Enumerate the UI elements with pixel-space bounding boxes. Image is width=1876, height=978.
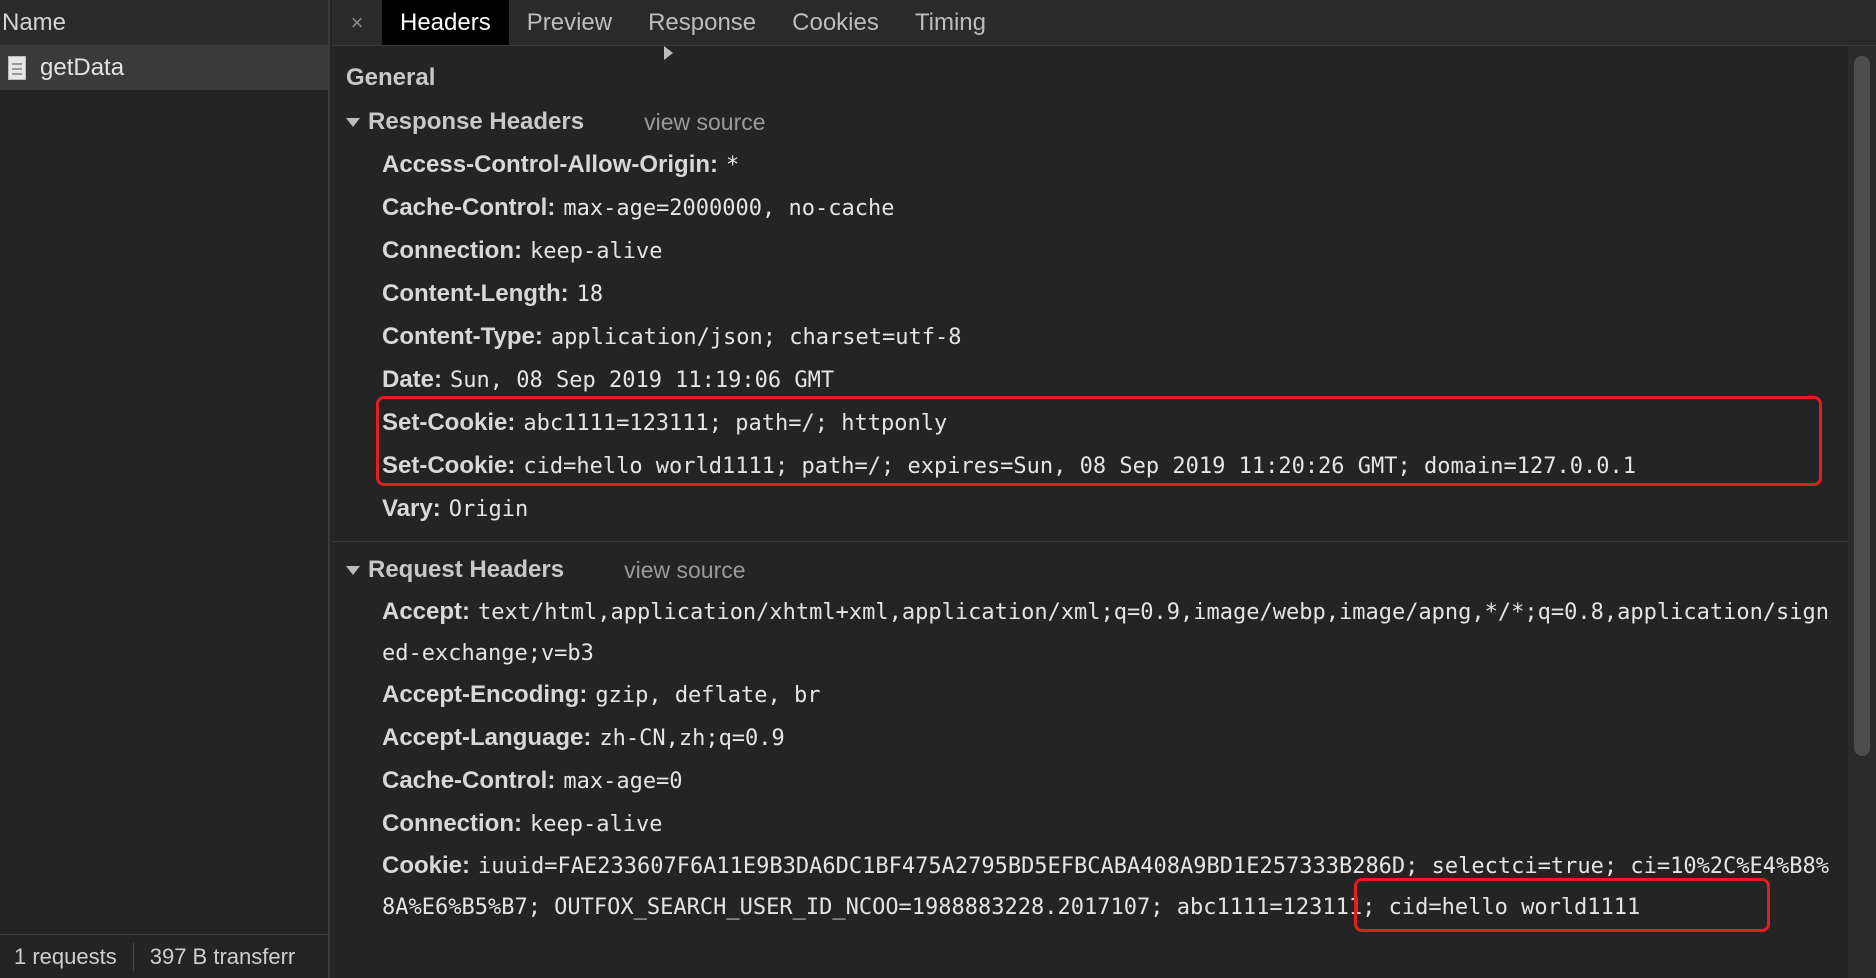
header-row: Accept-Encoding: gzip, deflate, br — [332, 674, 1848, 717]
request-name: getData — [40, 54, 125, 81]
header-row-set-cookie: Set-Cookie: cid=hello world1111; path=/; … — [332, 445, 1848, 488]
header-value: abc1111=123111; path=/; httponly — [523, 411, 948, 436]
section-divider — [332, 541, 1848, 542]
header-key: Content-Length: — [382, 280, 569, 307]
request-headers-section-toggle[interactable]: Request Headers view source — [332, 552, 1848, 588]
header-row-cookie: Cookie: iuuid=FAE233607F6A11E9B3DA6DC1BF4… — [332, 846, 1848, 928]
header-key: Access-Control-Allow-Origin: — [382, 151, 719, 178]
request-count: 1 requests — [0, 942, 134, 971]
header-value: gzip, deflate, br — [595, 683, 821, 708]
header-key: Content-Type: — [382, 323, 543, 350]
header-value: zh-CN,zh;q=0.9 — [599, 726, 785, 751]
expanded-triangle-icon — [346, 565, 360, 575]
header-row: Cache-Control: max-age=0 — [332, 760, 1848, 803]
tab-response[interactable]: Response — [630, 0, 774, 45]
collapsed-triangle-icon — [664, 46, 673, 60]
header-key: Cache-Control: — [382, 194, 556, 221]
header-row: Cache-Control: max-age=2000000, no-cache — [332, 187, 1848, 230]
header-key: Cache-Control: — [382, 767, 556, 794]
header-row: Accept: text/html,application/xhtml+xml,a… — [332, 592, 1848, 674]
expanded-triangle-icon — [346, 117, 360, 127]
header-key: Cookie: — [382, 852, 471, 879]
vertical-scrollbar[interactable] — [1848, 46, 1876, 978]
request-list-pane: Name getData 1 requests 397 B transferr — [0, 0, 330, 978]
header-row: Connection: keep-alive — [332, 230, 1848, 273]
header-row: Content-Type: application/json; charset=u… — [332, 316, 1848, 359]
general-section-toggle[interactable]: General — [332, 46, 1848, 96]
header-value: max-age=0 — [563, 769, 683, 794]
header-key: Set-Cookie: — [382, 409, 516, 436]
header-row: Date: Sun, 08 Sep 2019 11:19:06 GMT — [332, 359, 1848, 402]
header-key: Vary: — [382, 495, 441, 522]
tab-headers[interactable]: Headers — [382, 0, 509, 45]
header-row: Vary: Origin — [332, 488, 1848, 531]
header-key: Date: — [382, 366, 443, 393]
headers-content: General Response Headers view source Acc… — [332, 46, 1848, 978]
scrollbar-thumb[interactable] — [1854, 56, 1870, 756]
header-value: application/json; charset=utf-8 — [550, 325, 962, 350]
header-value: iuuid=FAE233607F6A11E9B3DA6DC1BF475A2795… — [382, 854, 1830, 920]
header-row: Access-Control-Allow-Origin: * — [332, 144, 1848, 187]
header-key: Connection: — [382, 237, 522, 264]
response-headers-title: Response Headers — [368, 108, 585, 135]
header-value: Origin — [448, 497, 529, 522]
tab-timing[interactable]: Timing — [897, 0, 1004, 45]
request-row-getdata[interactable]: getData — [0, 46, 328, 90]
header-value: keep-alive — [529, 239, 663, 264]
transfer-size: 397 B transferr — [149, 943, 296, 969]
header-row: Content-Length: 18 — [332, 273, 1848, 316]
header-key: Set-Cookie: — [382, 452, 516, 479]
header-key: Accept: — [382, 598, 471, 625]
header-value: * — [726, 153, 740, 178]
header-value: keep-alive — [529, 812, 663, 837]
header-value: cid=hello world1111; path=/; expires=Sun… — [523, 454, 1636, 479]
request-headers-list: Accept: text/html,application/xhtml+xml,a… — [332, 592, 1848, 932]
detail-pane: × Headers Preview Response Cookies Timin… — [332, 0, 1876, 978]
name-column-header[interactable]: Name — [0, 0, 328, 46]
response-headers-section-toggle[interactable]: Response Headers view source — [332, 104, 1848, 140]
detail-tab-bar: × Headers Preview Response Cookies Timin… — [332, 0, 1876, 46]
header-key: Accept-Language: — [382, 724, 592, 751]
header-key: Connection: — [382, 810, 522, 837]
header-value: 18 — [576, 282, 604, 307]
header-row: Connection: keep-alive — [332, 803, 1848, 846]
header-value: Sun, 08 Sep 2019 11:19:06 GMT — [450, 368, 835, 393]
general-title: General — [346, 64, 436, 91]
tab-cookies[interactable]: Cookies — [774, 0, 897, 45]
request-view-source-link[interactable]: view source — [624, 557, 745, 584]
request-headers-title: Request Headers — [368, 556, 565, 583]
close-icon[interactable]: × — [332, 0, 382, 45]
status-footer: 1 requests 397 B transferr — [0, 934, 328, 978]
response-headers-list: Access-Control-Allow-Origin: * Cache-Cont… — [332, 144, 1848, 531]
header-value: max-age=2000000, no-cache — [563, 196, 895, 221]
tab-preview[interactable]: Preview — [509, 0, 630, 45]
header-row-set-cookie: Set-Cookie: abc1111=123111; path=/; httpo… — [332, 402, 1848, 445]
document-icon — [8, 56, 26, 80]
header-value: text/html,application/xhtml+xml,applicat… — [382, 600, 1830, 666]
header-key: Accept-Encoding: — [382, 681, 588, 708]
header-row: Accept-Language: zh-CN,zh;q=0.9 — [332, 717, 1848, 760]
response-view-source-link[interactable]: view source — [644, 109, 765, 136]
